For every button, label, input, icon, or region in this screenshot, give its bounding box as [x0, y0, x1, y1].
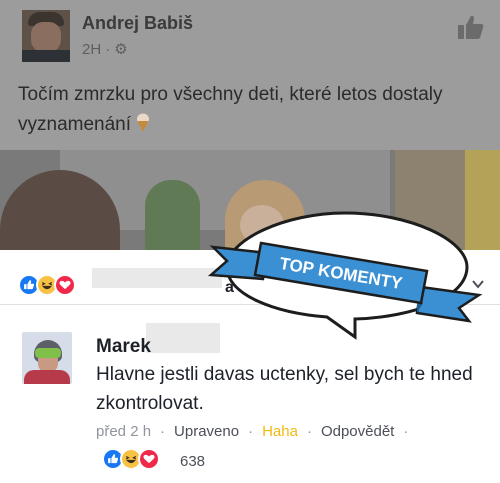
- thumbs-up-icon[interactable]: [457, 14, 485, 40]
- meta-separator: ·: [105, 40, 111, 58]
- comment-text: Hlavne jestli davas uctenky, sel bych te…: [96, 364, 473, 414]
- top-comments-badge: TOP KOMENTY: [207, 211, 483, 340]
- commenter-avatar[interactable]: [22, 332, 72, 384]
- comment-actions: před 2 h · Upraveno · Haha · Odpovědět ·: [96, 423, 408, 440]
- post-meta: 2H · ⚙: [82, 40, 128, 59]
- comment-time[interactable]: před 2 h: [96, 423, 151, 440]
- action-separator: ·: [306, 423, 312, 440]
- post-header: Andrej Babiš 2H · ⚙ Točím zmrzku pro vše…: [0, 0, 500, 150]
- edited-link[interactable]: Upraveno: [174, 423, 239, 440]
- post-time: 2H: [82, 40, 102, 58]
- reaction-count[interactable]: 638: [180, 453, 205, 470]
- redacted-names: [92, 268, 222, 288]
- action-separator: ·: [248, 423, 254, 440]
- post-text: Točím zmrzku pro všechny deti, které let…: [18, 80, 488, 140]
- love-reaction-icon: [54, 274, 76, 296]
- reply-button[interactable]: Odpovědět: [321, 423, 394, 440]
- post-author-name[interactable]: Andrej Babiš: [82, 13, 193, 34]
- gear-icon: ⚙: [114, 41, 128, 58]
- haha-reaction-button[interactable]: Haha: [262, 423, 298, 440]
- action-separator: ·: [160, 423, 166, 440]
- commenter-name[interactable]: Marek: [96, 336, 151, 358]
- action-separator: ·: [403, 423, 409, 440]
- love-reaction-icon: [138, 448, 160, 470]
- ice-cream-icon: [137, 113, 150, 132]
- author-avatar[interactable]: [22, 10, 70, 62]
- post-text-content: Točím zmrzku pro všechny deti, které let…: [18, 84, 443, 135]
